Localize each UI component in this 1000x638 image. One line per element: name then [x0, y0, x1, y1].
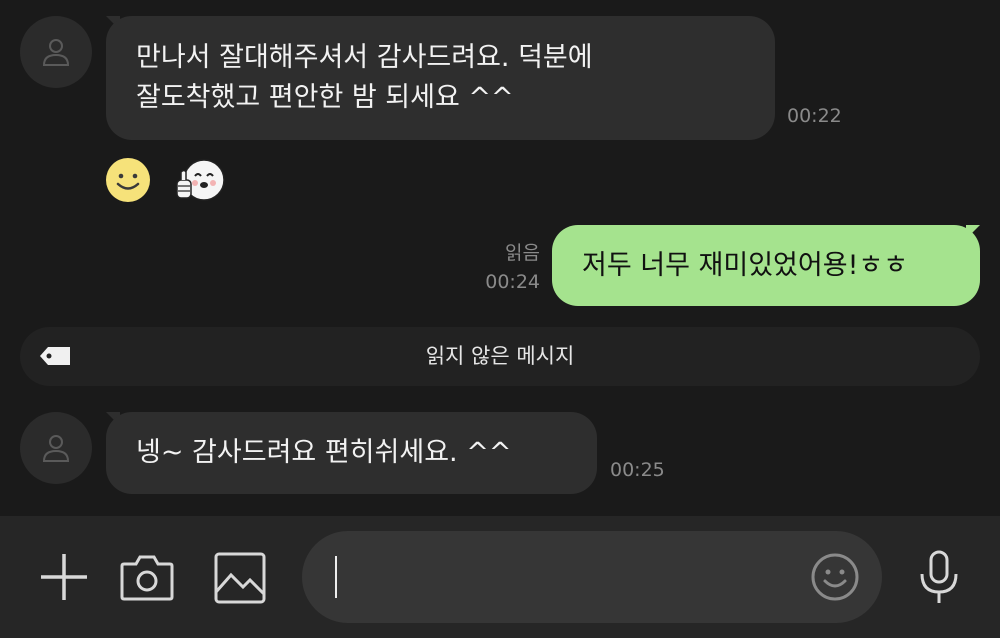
plus-icon[interactable] — [39, 552, 89, 602]
microphone-icon[interactable] — [918, 550, 960, 606]
message-time: 00:24 — [485, 271, 540, 293]
message-text: 넹~ 감사드려요 편히쉬세요. ^^ — [136, 437, 512, 468]
text-caret — [335, 556, 337, 598]
message-line: 만나서 잘대해주셔서 감사드려요. 덕분에 — [136, 42, 593, 73]
thumbs-up-character-emoji[interactable] — [174, 158, 226, 204]
message-time: 00:22 — [787, 105, 842, 127]
unread-messages-divider: 읽지 않은 메시지 — [20, 327, 980, 386]
message-input-bar — [0, 516, 1000, 638]
gallery-icon[interactable] — [214, 552, 266, 604]
message-input[interactable] — [302, 531, 882, 623]
outgoing-message-bubble[interactable]: 저두 너무 재미있었어용!ㅎㅎ — [552, 225, 980, 306]
smiley-emoji[interactable] — [105, 157, 151, 203]
chat-area: 만나서 잘대해주셔서 감사드려요. 덕분에 잘도착했고 편안한 밤 되세요 ^^… — [0, 0, 1000, 516]
read-receipt: 읽음 — [505, 242, 540, 264]
unread-messages-label: 읽지 않은 메시지 — [425, 344, 575, 368]
emoji-icon[interactable] — [810, 552, 860, 602]
message-line: 잘도착했고 편안한 밤 되세요 ^^ — [136, 82, 514, 113]
message-text: 저두 너무 재미있었어용!ㅎㅎ — [582, 250, 909, 281]
profile-avatar[interactable] — [20, 16, 92, 88]
camera-icon[interactable] — [120, 553, 174, 601]
incoming-message-bubble[interactable]: 만나서 잘대해주셔서 감사드려요. 덕분에 잘도착했고 편안한 밤 되세요 ^^ — [106, 16, 775, 140]
profile-avatar[interactable] — [20, 412, 92, 484]
person-icon — [42, 39, 70, 66]
message-time: 00:25 — [610, 459, 665, 481]
incoming-message-bubble[interactable]: 넹~ 감사드려요 편히쉬세요. ^^ — [106, 412, 597, 494]
person-icon — [42, 435, 70, 462]
